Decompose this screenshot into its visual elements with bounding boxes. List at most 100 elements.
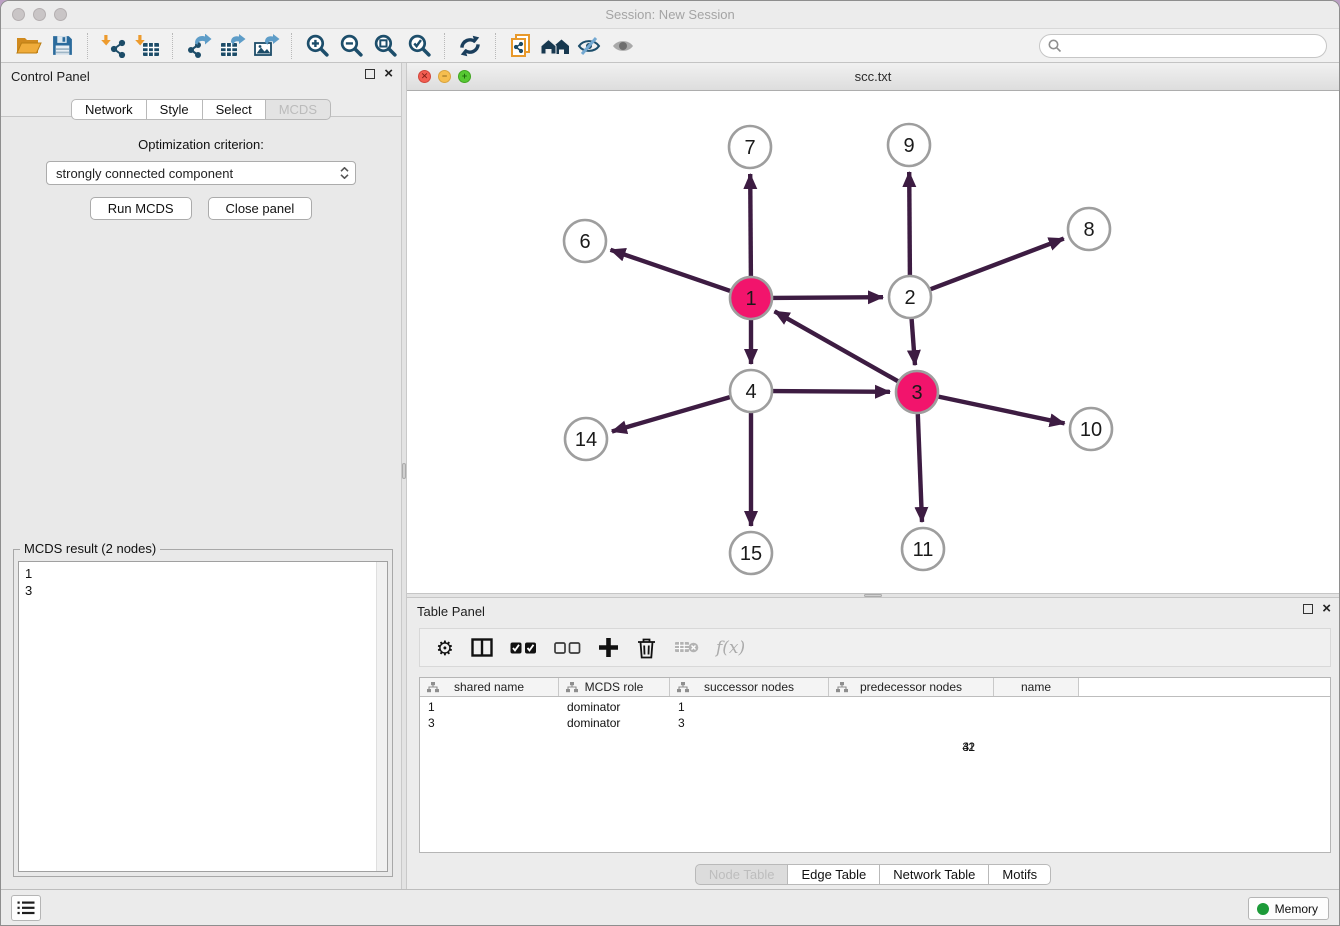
toolbar-separator (495, 33, 496, 59)
column-header-predecessor-nodes[interactable]: predecessor nodes (829, 678, 994, 696)
status-bar: Memory (1, 889, 1339, 925)
stepper-arrows-icon (340, 167, 349, 179)
graph-node-7[interactable]: 7 (729, 126, 771, 168)
graph-node-8[interactable]: 8 (1068, 208, 1110, 250)
show-eye-icon[interactable] (606, 32, 640, 60)
mcds-result-text-area[interactable]: 13 (18, 561, 388, 872)
float-panel-icon[interactable] (1303, 604, 1313, 614)
table-panel: Table Panel × ⚙ f(x) shared nameMCDS rol… (407, 598, 1339, 889)
save-session-icon[interactable] (45, 32, 79, 60)
close-panel-icon[interactable]: × (1322, 603, 1331, 615)
graph-node-9[interactable]: 9 (888, 124, 930, 166)
svg-text:3: 3 (911, 382, 922, 404)
svg-text:15: 15 (740, 543, 762, 565)
graph-node-15[interactable]: 15 (730, 532, 772, 574)
graph-node-4[interactable]: 4 (730, 370, 772, 412)
settings-gear-icon[interactable]: ⚙ (436, 638, 454, 658)
tab-network[interactable]: Network (71, 99, 147, 120)
graph-node-14[interactable]: 14 (565, 418, 607, 460)
memory-label: Memory (1275, 902, 1318, 916)
tab-network-table[interactable]: Network Table (880, 864, 989, 885)
result-line: 3 (25, 582, 381, 599)
network-window-titlebar[interactable]: ✕ − + scc.txt (407, 63, 1339, 91)
network-graph-canvas[interactable]: 7 9 6 8 1 2 4 3 14 10 15 11 (407, 91, 1340, 593)
result-line: 1 (25, 565, 381, 582)
optimization-criterion-select[interactable]: strongly connected component (46, 161, 356, 185)
import-network-icon[interactable] (96, 32, 130, 60)
tab-node-table[interactable]: Node Table (695, 864, 789, 885)
toolbar-separator (172, 33, 173, 59)
show-all-columns-icon[interactable] (510, 642, 537, 654)
column-header-successor-nodes[interactable]: successor nodes (670, 678, 829, 696)
cell-MCDS-role: dominator (559, 716, 670, 730)
graph-node-3[interactable]: 3 (896, 371, 938, 413)
graph-node-1[interactable]: 1 (730, 277, 772, 319)
column-header-shared-name[interactable]: shared name (420, 678, 559, 696)
selected-criterion: strongly connected component (56, 166, 340, 181)
search-icon (1048, 39, 1062, 53)
table-type-tabs: Node TableEdge TableNetwork TableMotifs (407, 864, 1339, 885)
window-title: Session: New Session (1, 7, 1339, 22)
tab-mcds[interactable]: MCDS (266, 99, 331, 120)
table-row[interactable]: 3dominator323 (420, 715, 1330, 731)
export-table-icon[interactable] (215, 32, 249, 60)
duplicate-network-icon[interactable] (504, 32, 538, 60)
split-panel-icon[interactable] (471, 638, 493, 657)
float-panel-icon[interactable] (365, 69, 375, 79)
splitter-handle[interactable] (864, 594, 882, 597)
toolbar-separator (291, 33, 292, 59)
graph-node-2[interactable]: 2 (889, 276, 931, 318)
refresh-icon[interactable] (453, 32, 487, 60)
graph-node-11[interactable]: 11 (902, 528, 944, 570)
close-panel-icon[interactable]: × (384, 68, 393, 80)
main-toolbar (1, 29, 1339, 63)
table-toolbar: ⚙ f(x) (419, 628, 1331, 667)
splitter-handle[interactable] (402, 463, 406, 479)
close-panel-button[interactable]: Close panel (208, 197, 313, 220)
mcds-tab-panel: Optimization criterion: strongly connect… (1, 116, 401, 889)
hide-all-columns-icon[interactable] (554, 642, 581, 654)
search-field[interactable] (1039, 34, 1327, 58)
open-folder-icon[interactable] (11, 32, 45, 60)
import-table-icon[interactable] (130, 32, 164, 60)
cell-MCDS-role: dominator (559, 700, 670, 714)
run-mcds-button[interactable]: Run MCDS (90, 197, 192, 220)
graph-node-10[interactable]: 10 (1070, 408, 1112, 450)
function-builder-icon[interactable]: f(x) (716, 638, 745, 658)
export-network-icon[interactable] (181, 32, 215, 60)
cell-predecessor-nodes: 2 (826, 740, 991, 816)
svg-text:11: 11 (913, 539, 934, 561)
table-row[interactable]: 1dominator411 (420, 699, 1330, 715)
delete-column-trash-icon[interactable] (636, 637, 657, 659)
zoom-out-icon[interactable] (334, 32, 368, 60)
graph-node-6[interactable]: 6 (564, 220, 606, 262)
svg-text:6: 6 (579, 231, 590, 253)
tab-select[interactable]: Select (203, 99, 266, 120)
window-titlebar: Session: New Session (1, 1, 1339, 29)
edge-3-11 (918, 414, 922, 522)
hide-selected-eye-icon[interactable] (572, 32, 606, 60)
zoom-fit-icon[interactable] (368, 32, 402, 60)
search-input[interactable] (1062, 39, 1326, 53)
svg-text:1: 1 (745, 288, 756, 310)
edge-3-1 (775, 311, 898, 381)
delete-table-icon[interactable] (674, 640, 699, 655)
zoom-in-icon[interactable] (300, 32, 334, 60)
edge-1-7 (750, 174, 751, 276)
result-scrollbar[interactable] (376, 562, 387, 871)
tab-motifs[interactable]: Motifs (989, 864, 1051, 885)
column-header-name[interactable]: name (994, 678, 1079, 696)
edge-1-6 (611, 250, 731, 291)
export-image-icon[interactable] (249, 32, 283, 60)
column-header-MCDS-role[interactable]: MCDS role (559, 678, 670, 696)
add-column-icon[interactable] (598, 637, 619, 658)
edge-2-3 (912, 319, 915, 365)
tab-style[interactable]: Style (147, 99, 203, 120)
memory-button[interactable]: Memory (1248, 897, 1329, 920)
edge-2-9 (909, 172, 910, 275)
tab-edge-table[interactable]: Edge Table (788, 864, 880, 885)
show-all-networks-icon[interactable] (538, 32, 572, 60)
zoom-selected-icon[interactable] (402, 32, 436, 60)
toolbar-separator (444, 33, 445, 59)
task-list-button[interactable] (11, 895, 41, 921)
